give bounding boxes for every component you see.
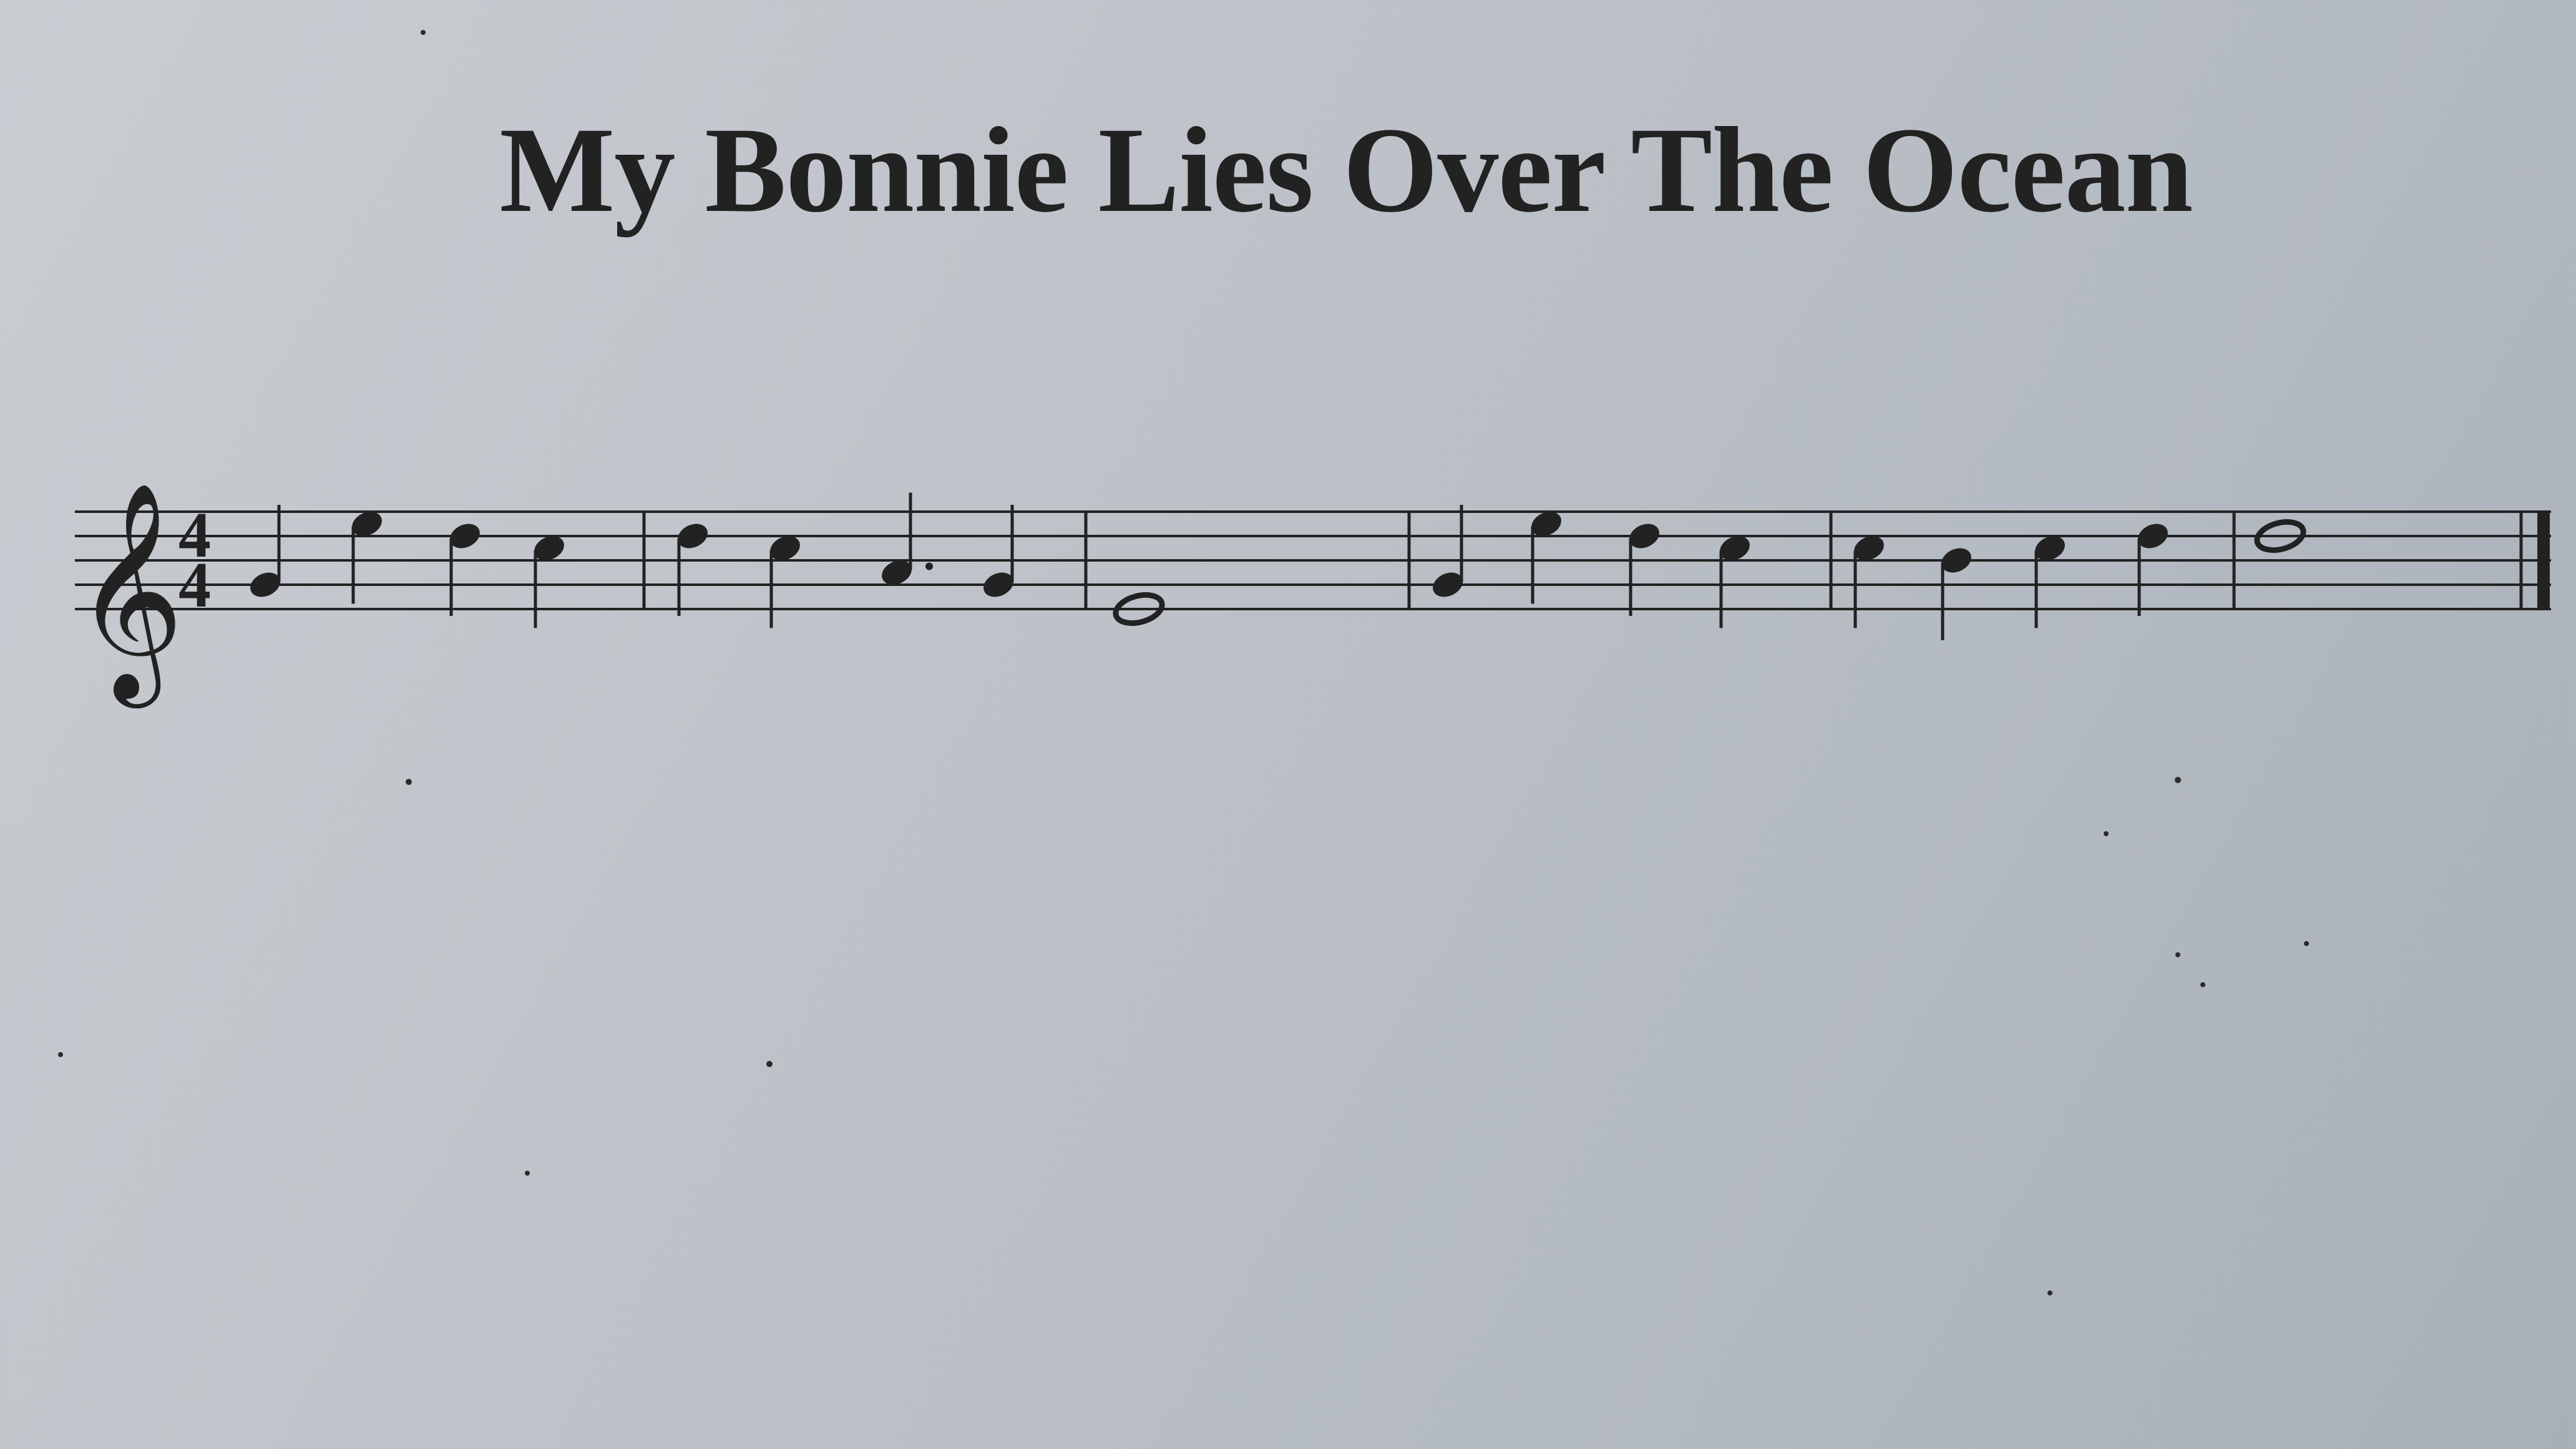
time-signature: 4 4 — [178, 499, 211, 621]
note-c5 — [534, 536, 564, 628]
note-g4 — [983, 505, 1014, 597]
note-c5 — [769, 536, 800, 628]
note-c5 — [1853, 536, 1884, 628]
time-signature-bottom: 4 — [178, 549, 211, 621]
sheet-music-page: My Bonnie Lies Over The Ocean 𝄞 4 4 — [0, 0, 2576, 1449]
treble-clef-glyph: 𝄞 — [74, 481, 184, 710]
note-d5 — [449, 524, 480, 616]
music-staff: 𝄞 4 4 — [58, 30, 2551, 1295]
note-g4 — [1433, 505, 1463, 597]
note-a4 — [882, 492, 933, 585]
note-d5 — [1629, 524, 1659, 616]
note-dot — [925, 562, 933, 570]
treble-clef-icon: 𝄞 — [74, 481, 184, 710]
notes — [250, 492, 2306, 640]
staff-lines — [75, 510, 2551, 610]
note-b4 — [1941, 548, 1971, 640]
paper-specks — [58, 30, 2309, 1295]
note-c5 — [1719, 536, 1750, 628]
note-g4 — [250, 505, 281, 597]
note-c5 — [2034, 536, 2065, 628]
note-d5 — [677, 524, 708, 616]
note-d5 — [2137, 524, 2168, 616]
final-barline-thick — [2537, 512, 2550, 609]
note-e5 — [351, 512, 382, 604]
note-e5 — [1531, 512, 1561, 604]
